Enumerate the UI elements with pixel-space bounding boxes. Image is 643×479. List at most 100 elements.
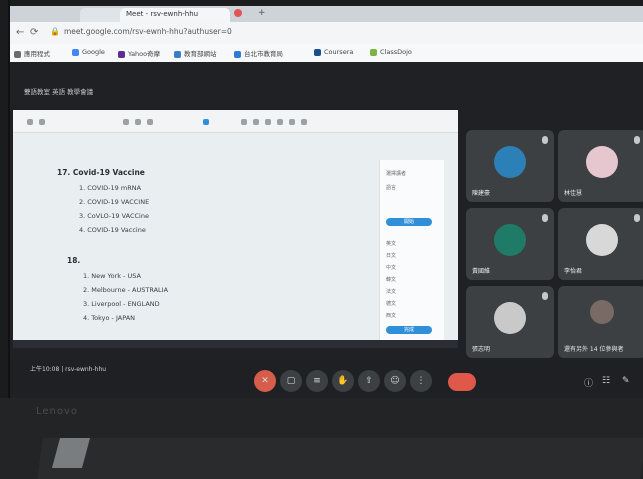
panel-row[interactable]: 韓文 — [386, 276, 396, 283]
tool-icon[interactable] — [301, 119, 307, 125]
people-icon[interactable]: ☷ — [602, 376, 610, 386]
new-tab-icon[interactable]: + — [258, 8, 266, 18]
meeting-title: 雙語教室 英語 教學會議 — [24, 88, 94, 96]
mic-icon — [542, 136, 548, 144]
participant-tile[interactable]: 林佳慧 — [558, 130, 643, 202]
url-field[interactable]: meet.google.com/rsv-ewnh-hhu?authuser=0 — [64, 27, 232, 36]
panel-row[interactable]: 日文 — [386, 252, 396, 259]
shared-taskbar — [13, 340, 458, 348]
pen-icon[interactable] — [203, 119, 209, 125]
document-list-item: 3. Liverpool - ENGLAND — [83, 300, 160, 308]
side-panel: 選擇講者 語言 開始 英文 日文 中文 韓文 法文 德文 西文 完成 — [379, 160, 444, 340]
document-heading: 17. Covid-19 Vaccine — [57, 168, 145, 177]
panel-row[interactable]: 中文 — [386, 264, 396, 271]
photo-of-laptop-screen: Meet - rsv-ewnh-hhu + ← ⟳ 🔒 meet.google.… — [0, 0, 643, 479]
bookmark-icon — [234, 50, 241, 58]
tool-icon[interactable] — [265, 119, 271, 125]
tool-icon[interactable] — [241, 119, 247, 125]
participant-name: 黃國維 — [472, 268, 491, 275]
tool-icon[interactable] — [289, 119, 295, 125]
browser-tab-meet[interactable]: Meet - rsv-ewnh-hhu — [120, 8, 230, 22]
lock-icon: 🔒 — [50, 27, 60, 36]
tool-icon[interactable] — [253, 119, 259, 125]
yahoo-icon — [118, 50, 125, 58]
more-options-icon[interactable]: ⋮ — [410, 370, 432, 392]
raise-hand-icon[interactable]: ✋ — [332, 370, 354, 392]
bookmark-item[interactable]: ClassDojo — [370, 48, 412, 56]
participant-tile[interactable]: 還有另外 14 位參與者 — [558, 286, 643, 358]
participant-name: 林佳慧 — [564, 190, 583, 197]
document-list-item: 1. COVID-19 mRNA — [79, 184, 142, 192]
presentation-screen: 17. Covid-19 Vaccine 1. COVID-19 mRNA 2.… — [13, 110, 458, 348]
document-list-item: 4. Tokyo - JAPAN — [83, 314, 136, 322]
close-tab-icon[interactable] — [234, 9, 242, 17]
browser-tab-strip: Meet - rsv-ewnh-hhu + — [10, 6, 643, 22]
document-list-item: 2. Melbourne - AUSTRALIA — [83, 286, 169, 294]
leave-call-button[interactable] — [448, 373, 476, 391]
bookmarks-bar: 應用程式 Google Yahoo奇摩 教育部網站 台北市教育局 Courser… — [10, 44, 643, 63]
mic-off-icon[interactable]: ✕ — [254, 370, 276, 392]
panel-row[interactable]: 德文 — [386, 300, 396, 307]
tool-icon[interactable] — [27, 119, 33, 125]
document-list-item: 3. CoVLO-19 VACCine — [79, 212, 149, 220]
avatar — [494, 224, 526, 256]
bookmark-item[interactable]: Coursera — [314, 48, 353, 56]
panel-done-button[interactable]: 完成 — [386, 326, 432, 334]
meet-area: 雙語教室 英語 教學會議 17. Covid-19 Vaccine 1. COV… — [10, 62, 643, 398]
bookmark-item[interactable]: Google — [72, 48, 105, 56]
apps-icon — [14, 50, 21, 58]
panel-row[interactable]: 英文 — [386, 240, 396, 247]
mic-icon — [542, 214, 548, 222]
avatar — [586, 224, 618, 256]
participant-tile[interactable]: 李怡君 — [558, 208, 643, 280]
info-icon[interactable]: ⓘ — [584, 376, 593, 389]
tool-icon[interactable] — [39, 119, 45, 125]
bookmark-item[interactable]: 教育部網站 — [174, 48, 217, 58]
panel-start-button[interactable]: 開始 — [386, 218, 432, 226]
avatar — [586, 146, 618, 178]
reload-icon[interactable]: ⟳ — [30, 27, 38, 38]
address-bar: ← ⟳ 🔒 meet.google.com/rsv-ewnh-hhu?authu… — [10, 22, 643, 44]
classdojo-icon — [370, 48, 377, 56]
participant-tile[interactable]: 陳建豪 — [466, 130, 554, 202]
chat-icon[interactable]: ✎ — [622, 376, 630, 386]
document-list-item: 2. COVID-19 VACCINE — [79, 198, 150, 206]
panel-row[interactable]: 西文 — [386, 312, 396, 319]
participant-tile[interactable]: 黃國維 — [466, 208, 554, 280]
panel-row[interactable]: 選擇講者 — [386, 170, 406, 177]
camera-icon[interactable]: ▢ — [280, 370, 302, 392]
document-list-item: 1. New York - USA — [83, 272, 141, 280]
participant-name: 張志明 — [472, 346, 491, 353]
document-list-item: 4. COVID-19 Vaccine — [79, 226, 146, 234]
document-section-number: 18. — [67, 256, 81, 265]
meet-control-bar: 上午10:08 | rsv-ewnh-hhu ✕ ▢ ≡ ✋ ⇧ ☺ ⋮ ⓘ ☷… — [10, 360, 643, 392]
meeting-info: 上午10:08 | rsv-ewnh-hhu — [30, 366, 107, 373]
emoji-icon[interactable]: ☺ — [384, 370, 406, 392]
laptop-screen: Meet - rsv-ewnh-hhu + ← ⟳ 🔒 meet.google.… — [10, 6, 643, 398]
coursera-icon — [314, 48, 321, 56]
document-toolbar — [13, 110, 458, 133]
bookmark-item[interactable]: 應用程式 — [14, 48, 50, 58]
participant-tile[interactable]: 張志明 — [466, 286, 554, 358]
avatar — [590, 300, 614, 324]
avatar — [494, 146, 526, 178]
mic-icon — [634, 214, 640, 222]
bookmark-item[interactable]: 台北市教育局 — [234, 48, 283, 58]
mic-icon — [634, 136, 640, 144]
panel-row[interactable]: 語言 — [386, 184, 396, 191]
captions-icon[interactable]: ≡ — [306, 370, 328, 392]
laptop-brand: Lenovo — [36, 406, 79, 417]
bookmark-icon — [174, 50, 181, 58]
participant-name: 李怡君 — [564, 268, 583, 275]
tool-icon[interactable] — [277, 119, 283, 125]
back-icon[interactable]: ← — [16, 27, 24, 38]
avatar — [494, 302, 526, 334]
tool-icon[interactable] — [123, 119, 129, 125]
tool-icon[interactable] — [147, 119, 153, 125]
tool-icon[interactable] — [135, 119, 141, 125]
present-icon[interactable]: ⇧ — [358, 370, 380, 392]
panel-row[interactable]: 法文 — [386, 288, 396, 295]
participant-name: 陳建豪 — [472, 190, 491, 197]
google-icon — [72, 48, 79, 56]
bookmark-item[interactable]: Yahoo奇摩 — [118, 48, 160, 58]
